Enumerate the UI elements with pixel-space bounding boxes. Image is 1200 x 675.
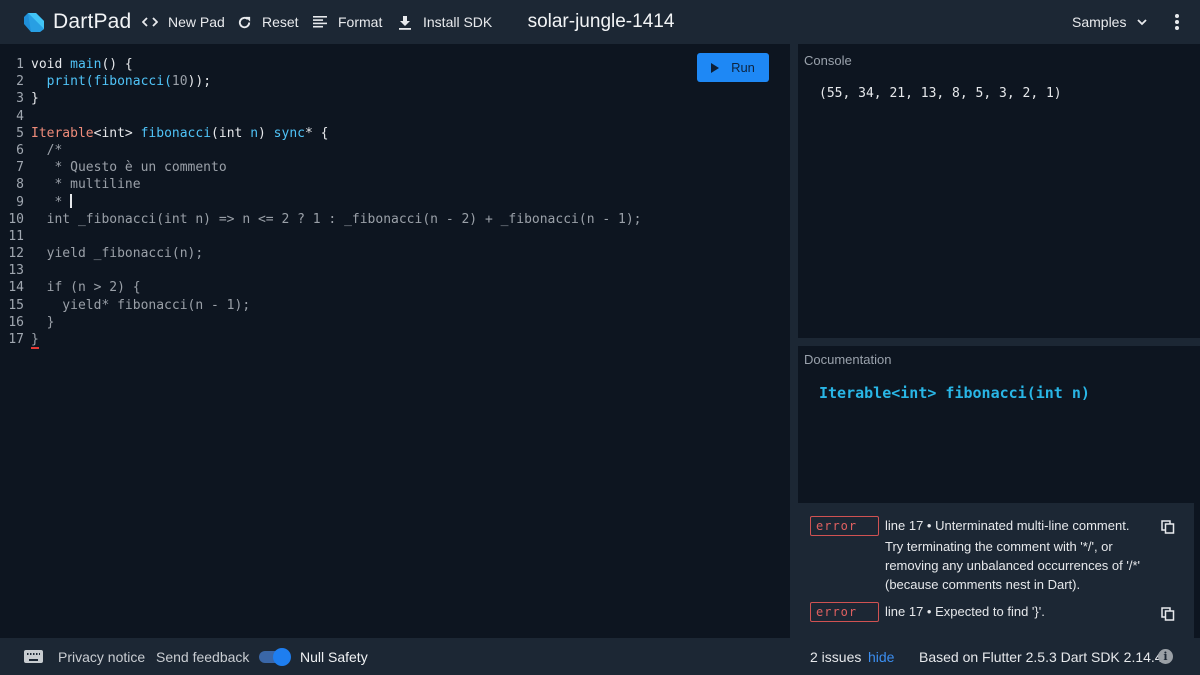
line-number: 10 [8,211,24,227]
code-lines[interactable]: 1 void main() { 2 print(fibonacci(10)); … [0,56,641,348]
line-number: 11 [8,228,24,244]
code-line: 9 * [0,193,641,211]
samples-dropdown[interactable]: Samples [1072,0,1148,44]
top-app-bar: DartPad New Pad Reset Format Install SDK [0,0,1200,44]
code-line: 2 print(fibonacci(10)); [0,73,641,90]
code-line: 10 int _fibonacci(int n) => n <= 2 ? 1 :… [0,211,641,228]
status-bar: Privacy notice Send feedback Null Safety… [0,638,1200,675]
code-line: 6 /* [0,142,641,159]
issue-message: line 17 • Expected to find '}'. [885,604,1045,619]
line-number: 7 [16,160,24,176]
format-button[interactable]: Format [312,0,382,44]
issues-panel: error line 17 • Unterminated multi-line … [798,503,1194,638]
run-label: Run [731,60,755,75]
text-cursor [70,193,72,208]
null-safety-label: Null Safety [300,648,368,665]
format-lines-icon [312,14,328,30]
new-pad-button[interactable]: New Pad [142,0,225,44]
line-number: 13 [8,263,24,279]
code-editor[interactable]: 1 void main() { 2 print(fibonacci(10)); … [0,44,790,638]
line-number: 14 [8,280,24,296]
keyboard-icon[interactable] [24,650,43,663]
code-line: 15 yield* fibonacci(n - 1); [0,297,641,314]
issue-correction: Try terminating the comment with '*/', o… [885,539,1140,592]
hide-issues-link[interactable]: hide [868,638,894,675]
null-safety-toggle[interactable] [259,648,291,666]
line-number: 9 [16,194,24,210]
app-name: DartPad [53,10,132,33]
code-line: 14 if (n > 2) { [0,279,641,296]
run-button[interactable]: Run [697,53,769,82]
line-number: 15 [8,297,24,313]
issue-item[interactable]: error line 17 • Unterminated multi-line … [810,516,1145,594]
line-number: 17 [8,332,24,347]
reset-label: Reset [262,14,299,30]
line-number: 2 [16,74,24,90]
console-output: (55, 34, 21, 13, 8, 5, 3, 2, 1) [819,86,1062,101]
chevron-down-icon [1137,19,1148,26]
code-line: 3 } [0,90,641,107]
code-line: 8 * multiline [0,176,641,193]
line-number: 1 [16,57,24,72]
line-number: 3 [16,91,24,107]
issue-message: line 17 • Unterminated multi-line commen… [885,518,1130,533]
info-icon[interactable]: i [1158,649,1173,664]
copy-icon[interactable] [1161,520,1175,534]
install-sdk-label: Install SDK [423,14,493,30]
console-label: Console [804,53,852,68]
code-line: 11 [0,228,641,245]
code-brackets-icon [142,14,158,30]
horizontal-splitter[interactable] [798,338,1200,346]
line-number: 8 [16,177,24,193]
dart-logo-icon [24,13,44,32]
code-line: 12 yield _fibonacci(n); [0,245,641,262]
documentation-signature: Iterable<int> fibonacci(int n) [819,384,1090,402]
samples-label: Samples [1072,14,1127,30]
error-badge: error [810,516,879,536]
line-number: 16 [8,314,24,330]
issues-count: 2 issues [810,648,862,665]
vertical-splitter[interactable] [790,44,798,638]
code-line: 4 [0,108,641,125]
code-line: 1 void main() { [0,56,641,73]
dartpad-app: DartPad New Pad Reset Format Install SDK [0,0,1200,675]
line-number: 5 [16,125,24,141]
privacy-notice-link[interactable]: Privacy notice [58,638,145,675]
reset-button[interactable]: Reset [236,0,299,44]
code-line: 7 * Questo è un commento [0,159,641,176]
documentation-panel: Documentation Iterable<int> fibonacci(in… [798,346,1200,503]
console-panel: Console (55, 34, 21, 13, 8, 5, 3, 2, 1) [798,44,1200,338]
line-number: 4 [16,108,24,124]
download-icon [397,14,413,30]
new-pad-label: New Pad [168,14,225,30]
refresh-icon [236,14,252,30]
code-line: 13 [0,262,641,279]
play-icon [711,62,720,73]
sdk-version-text: Based on Flutter 2.5.3 Dart SDK 2.14.4 [919,648,1163,665]
code-line: 16 } [0,314,641,331]
error-squiggle: } [31,332,39,347]
format-label: Format [338,14,383,30]
pad-title[interactable]: solar-jungle-1414 [528,11,675,33]
line-number: 12 [8,246,24,262]
install-sdk-button[interactable]: Install SDK [397,0,492,44]
error-badge: error [810,602,879,622]
issue-item[interactable]: error line 17 • Expected to find '}'. [810,602,1145,622]
copy-icon[interactable] [1161,607,1175,621]
documentation-label: Documentation [804,352,892,367]
line-number: 6 [16,142,24,158]
dartpad-logo[interactable]: DartPad [22,10,131,34]
code-line: 17 } [0,331,641,348]
send-feedback-link[interactable]: Send feedback [156,638,249,675]
code-line: 5 Iterable<int> fibonacci(int n) sync* { [0,125,641,142]
more-vert-icon[interactable] [1170,12,1184,32]
